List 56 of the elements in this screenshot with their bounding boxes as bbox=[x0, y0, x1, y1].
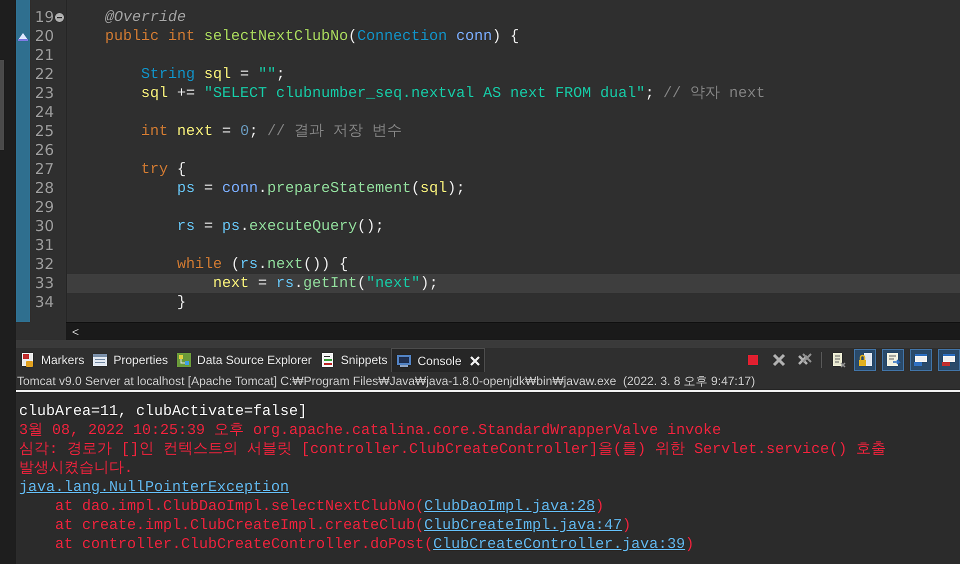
horizontal-scrollbar[interactable]: < bbox=[66, 322, 960, 340]
line-number: 34 bbox=[34, 293, 54, 312]
source-link[interactable]: java.lang.NullPointerException bbox=[19, 479, 290, 496]
scroll-lock-icon bbox=[857, 352, 873, 368]
source-link[interactable]: ClubCreateController.java:39 bbox=[433, 536, 686, 553]
stop-icon bbox=[745, 352, 761, 368]
error-text: 3월 08, 2022 10:25:39 오후 org.apache.catalina.core.StandardWrapperValve invoke bbox=[19, 422, 722, 439]
line-number: 25 bbox=[34, 122, 54, 141]
source-link[interactable]: ClubCreateImpl.java:47 bbox=[424, 517, 622, 534]
panel-tab[interactable]: Console bbox=[391, 348, 485, 372]
scroll-lock-button[interactable] bbox=[854, 349, 876, 371]
document-icon bbox=[320, 352, 336, 368]
error-text: 발생시켰습니다. bbox=[19, 460, 134, 477]
scroll-left-arrow[interactable]: < bbox=[72, 322, 80, 340]
console-text: clubArea=11, clubActivate=false] bbox=[19, 403, 308, 420]
panel-tab[interactable]: Properties bbox=[88, 348, 172, 372]
line-number: 23 bbox=[34, 84, 54, 103]
window-icon bbox=[941, 352, 957, 368]
line-number: 21 bbox=[34, 46, 54, 65]
error-text: at dao.impl.ClubDaoImpl.selectNextClubNo( bbox=[54, 498, 424, 515]
override-triangle-icon bbox=[18, 32, 28, 40]
line-number: 28 bbox=[34, 179, 54, 198]
grid-icon bbox=[176, 352, 192, 368]
error-text: ) bbox=[595, 498, 604, 515]
error-text: 심각: 경로가 []인 컨텍스트의 서블릿 [controller.ClubCreateController]을(를) 위한 Servlet.service() 호출 bbox=[19, 441, 886, 458]
line-number: 27 bbox=[34, 160, 54, 179]
clear-console-icon bbox=[830, 352, 846, 368]
line-number: 30 bbox=[34, 217, 54, 236]
window-button[interactable] bbox=[910, 349, 932, 371]
line-number: 32 bbox=[34, 255, 54, 274]
line-number: 22 bbox=[34, 65, 54, 84]
line-number: 26 bbox=[34, 141, 54, 160]
word-wrap-button[interactable] bbox=[882, 349, 904, 371]
markers-icon bbox=[20, 352, 36, 368]
error-text: at create.impl.ClubCreateImpl.createClub( bbox=[54, 517, 424, 534]
source-link[interactable]: ClubDaoImpl.java:28 bbox=[424, 498, 596, 515]
line-number: 24 bbox=[34, 103, 54, 122]
word-wrap-icon bbox=[885, 352, 901, 368]
panel-tab[interactable]: Snippets bbox=[316, 348, 392, 372]
fold-collapse-icon[interactable] bbox=[55, 13, 64, 22]
error-text: at controller.ClubCreateController.doPost( bbox=[54, 536, 434, 553]
panel-tab[interactable]: Data Source Explorer bbox=[172, 348, 316, 372]
table-icon bbox=[92, 352, 108, 368]
monitor-icon bbox=[396, 352, 412, 368]
line-number: 31 bbox=[34, 236, 54, 255]
error-text: ) bbox=[622, 517, 632, 534]
line-number: 19 bbox=[34, 8, 54, 27]
panel-tab[interactable]: Markers bbox=[16, 348, 88, 372]
close-icon[interactable] bbox=[470, 356, 480, 366]
remove-icon bbox=[771, 352, 787, 368]
line-number: 29 bbox=[34, 198, 54, 217]
window-button[interactable] bbox=[938, 349, 960, 371]
error-text: ) bbox=[685, 536, 694, 553]
window-icon bbox=[913, 352, 929, 368]
line-number: 33 bbox=[34, 274, 54, 293]
line-number: 20 bbox=[34, 27, 54, 46]
